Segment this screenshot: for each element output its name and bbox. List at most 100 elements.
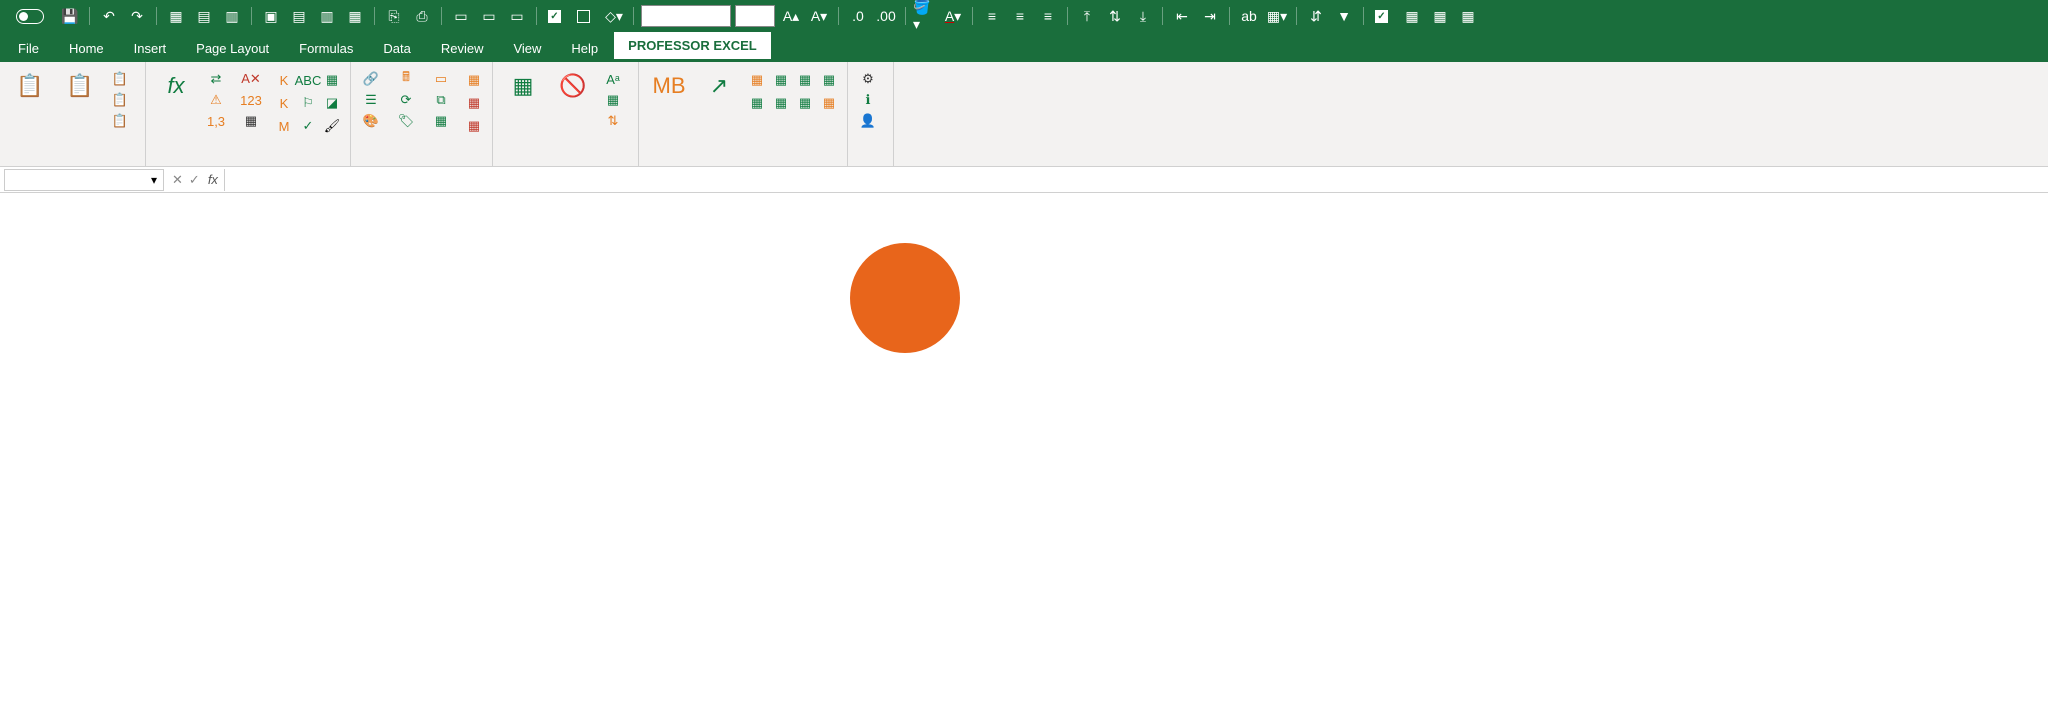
indent-increase-icon[interactable]: ⇥: [1198, 4, 1222, 28]
tool-icon[interactable]: ▦: [795, 93, 815, 113]
qat-icon[interactable]: ▤: [287, 4, 311, 28]
fx-icon[interactable]: fx: [208, 172, 224, 187]
undo-icon[interactable]: ↶: [97, 4, 121, 28]
tab-view[interactable]: View: [499, 35, 555, 62]
align-right-icon[interactable]: ≡: [1036, 4, 1060, 28]
valign-bottom-icon[interactable]: ⤓: [1131, 4, 1155, 28]
chart-icon[interactable]: ◪: [322, 93, 342, 113]
align-left-icon[interactable]: ≡: [980, 4, 1004, 28]
qat-icon[interactable]: ▥: [220, 4, 244, 28]
qat-icon[interactable]: ▭: [477, 4, 501, 28]
font-name-select[interactable]: [641, 5, 731, 27]
formula-input[interactable]: [224, 169, 2048, 191]
decrease-decimal-icon[interactable]: .0: [846, 4, 870, 28]
paste-single-column-button[interactable]: 📋: [108, 112, 137, 130]
save-icon[interactable]: 💾: [58, 4, 82, 28]
increase-font-icon[interactable]: A▴: [779, 4, 803, 28]
refresh-status-bar-button[interactable]: ⟳: [394, 91, 423, 109]
paste-exact-formula-button[interactable]: 📋: [108, 91, 137, 109]
font-button[interactable]: Aᵃ: [601, 70, 630, 88]
font-color-icon[interactable]: A▾: [941, 4, 965, 28]
enter-icon[interactable]: ✓: [189, 172, 200, 188]
copy-button[interactable]: 📋: [8, 66, 52, 108]
qat-icon[interactable]: ▤: [192, 4, 216, 28]
indent-decrease-icon[interactable]: ⇤: [1170, 4, 1194, 28]
tool-icon[interactable]: ▦: [771, 93, 791, 113]
merge-files-button[interactable]: ⧉: [429, 91, 458, 109]
automatic-checkbox[interactable]: ✓: [544, 10, 569, 23]
qat-icon[interactable]: ▭: [449, 4, 473, 28]
eraser-icon[interactable]: ◇▾: [602, 4, 626, 28]
sort-sheets-button[interactable]: ⇅: [601, 112, 630, 130]
check-icon[interactable]: ✓: [298, 116, 318, 136]
fill-color-icon[interactable]: 🪣▾: [913, 4, 937, 28]
headers-footers-button[interactable]: ▭: [429, 70, 458, 88]
grid-icon[interactable]: ▦: [1456, 4, 1480, 28]
valign-middle-icon[interactable]: ⇅: [1103, 4, 1127, 28]
flag-icon[interactable]: ⚐: [298, 93, 318, 113]
tab-page-layout[interactable]: Page Layout: [182, 35, 283, 62]
round-button[interactable]: 1,3: [204, 112, 233, 130]
tool-icon[interactable]: ▦: [464, 70, 484, 90]
brush-icon[interactable]: 🖌: [322, 116, 342, 136]
tab-help[interactable]: Help: [557, 35, 612, 62]
tab-home[interactable]: Home: [55, 35, 118, 62]
qat-icon[interactable]: ▦: [164, 4, 188, 28]
paste-link-transpose-button[interactable]: 📋: [108, 70, 137, 88]
qat-icon[interactable]: ▣: [259, 4, 283, 28]
table-of-contents-button[interactable]: ☰: [359, 91, 388, 109]
force-to-number-button[interactable]: 123: [239, 91, 268, 109]
delete-last-letter-button[interactable]: A✕: [239, 70, 268, 88]
layout-button[interactable]: ▦: [601, 91, 630, 109]
filter-icon[interactable]: ▼: [1332, 4, 1356, 28]
iferror-button[interactable]: ⚠: [204, 91, 233, 109]
merge-icon[interactable]: ▦▾: [1265, 4, 1289, 28]
name-manager-button[interactable]: 🏷: [394, 112, 423, 130]
qat-icon[interactable]: ▦: [343, 4, 367, 28]
tab-formulas[interactable]: Formulas: [285, 35, 367, 62]
unhide-sheets-button[interactable]: 🚫: [551, 66, 595, 108]
tool-icon[interactable]: ▦: [464, 93, 484, 113]
copy-again-button[interactable]: 📋: [58, 66, 102, 108]
grid-icon[interactable]: ▦: [322, 70, 342, 90]
k-icon[interactable]: K: [274, 70, 294, 90]
autosave-toggle[interactable]: [6, 9, 54, 24]
tool-icon[interactable]: ▦: [819, 70, 839, 90]
tool-icon[interactable]: ▦: [747, 93, 767, 113]
qat-icon[interactable]: ⎘: [382, 4, 406, 28]
qat-icon[interactable]: ▥: [315, 4, 339, 28]
merge-sheets-button[interactable]: ▦: [429, 112, 458, 130]
name-box[interactable]: ▾: [4, 169, 164, 191]
font-size-select[interactable]: [735, 5, 775, 27]
align-center-icon[interactable]: ≡: [1008, 4, 1032, 28]
hidden-rows-columns-button[interactable]: ▦: [501, 66, 545, 108]
about-button[interactable]: 👤: [856, 112, 885, 130]
tool-icon[interactable]: ▦: [747, 70, 767, 90]
swap-two-cells-button[interactable]: ⇄: [204, 70, 233, 88]
reduce-file-button[interactable]: MB: [647, 66, 691, 108]
wrap-text-icon[interactable]: ab: [1237, 4, 1261, 28]
abc-icon[interactable]: ABC: [298, 70, 318, 90]
calculate-selection-button[interactable]: 🖩: [394, 70, 423, 88]
redo-icon[interactable]: ↷: [125, 4, 149, 28]
tool-icon[interactable]: ▦: [771, 70, 791, 90]
grid-icon[interactable]: ▦: [1400, 4, 1424, 28]
sort-icon[interactable]: ⇵: [1304, 4, 1328, 28]
tab-file[interactable]: File: [4, 35, 53, 62]
settings-button[interactable]: ⚙: [856, 70, 885, 88]
grid-icon[interactable]: ▦: [1428, 4, 1452, 28]
formula-button[interactable]: fx: [154, 66, 198, 108]
m-icon[interactable]: M: [274, 116, 294, 136]
k-icon[interactable]: K: [274, 93, 294, 113]
increase-decimal-icon[interactable]: .00: [874, 4, 898, 28]
qat-icon[interactable]: ⎙: [410, 4, 434, 28]
tool-icon[interactable]: ▦: [795, 70, 815, 90]
decrease-font-icon[interactable]: A▾: [807, 4, 831, 28]
gridlines-checkbox[interactable]: ✓: [1371, 10, 1396, 23]
table-of-colors-button[interactable]: 🎨: [359, 112, 388, 130]
export-manager-button[interactable]: ↗: [697, 66, 741, 108]
tab-insert[interactable]: Insert: [120, 35, 181, 62]
cancel-icon[interactable]: ✕: [172, 172, 183, 188]
info-button[interactable]: ℹ: [856, 91, 885, 109]
valign-top-icon[interactable]: ⤒: [1075, 4, 1099, 28]
